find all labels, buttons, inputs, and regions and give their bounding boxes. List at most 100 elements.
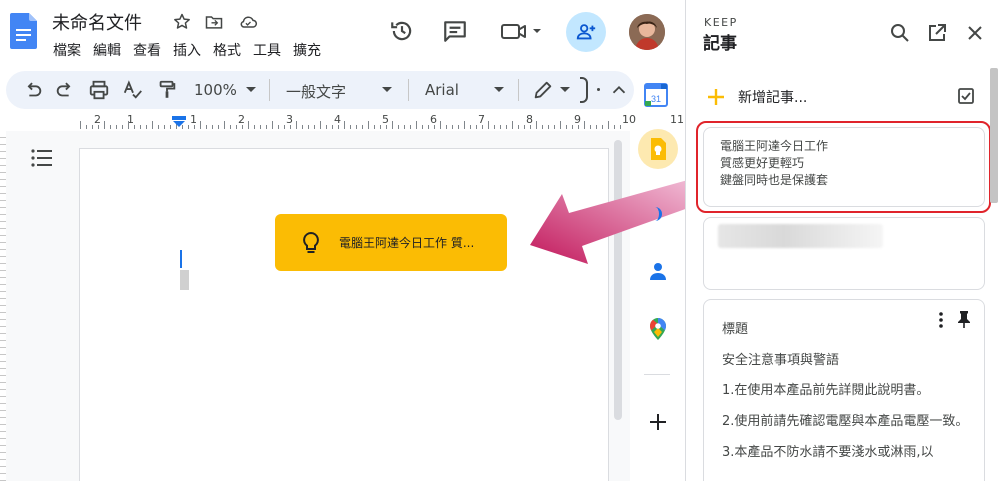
menu-format[interactable]: 格式 <box>213 40 241 60</box>
contacts-icon[interactable] <box>644 258 672 286</box>
menu-file[interactable]: 檔案 <box>53 40 81 60</box>
document-title[interactable]: 未命名文件 <box>52 9 142 35</box>
history-icon[interactable] <box>389 18 415 44</box>
ruler-tick <box>458 125 459 129</box>
ruler-tick <box>398 125 399 129</box>
keep-icon <box>651 138 666 160</box>
redo-icon[interactable] <box>54 79 76 101</box>
zoom-caret-icon <box>246 87 256 92</box>
spellcheck-icon[interactable] <box>122 79 144 101</box>
star-icon[interactable] <box>172 12 192 32</box>
ruler-tick <box>506 125 507 129</box>
ruler-tick <box>380 125 381 129</box>
panel-app-label: KEEP <box>704 16 738 29</box>
ruler-tick <box>308 125 309 129</box>
ruler-tick <box>194 125 195 129</box>
paragraph-style-select[interactable]: 一般文字 <box>286 81 346 102</box>
ruler-tick <box>590 125 591 129</box>
note-line: 鍵盤同時也是保護套 <box>720 173 829 187</box>
move-folder-icon[interactable] <box>204 12 224 32</box>
ruler-tick <box>266 125 267 129</box>
comment-icon[interactable] <box>442 18 468 44</box>
keep-app-button[interactable] <box>638 129 678 169</box>
ruler-tick <box>302 125 303 129</box>
menu-edit[interactable]: 編輯 <box>93 40 121 60</box>
ruler-tick <box>422 125 423 129</box>
new-list-checkbox-icon[interactable] <box>957 87 975 105</box>
video-camera-icon[interactable] <box>500 18 546 44</box>
ruler-tick <box>386 125 387 129</box>
avatar[interactable] <box>629 14 665 50</box>
panel-scrollbar[interactable] <box>990 68 998 203</box>
cursor-drop-placeholder <box>180 270 189 290</box>
toolbar-overflow-bracket <box>580 77 588 103</box>
collapse-chevron-icon[interactable] <box>608 79 630 101</box>
ruler-tick <box>374 125 375 129</box>
ruler-tick <box>140 125 141 129</box>
zoom-select[interactable]: 100% <box>194 81 237 99</box>
menu-tools[interactable]: 工具 <box>253 40 281 60</box>
tasks-icon[interactable] <box>650 207 662 221</box>
close-icon[interactable] <box>964 22 986 44</box>
mode-caret-icon <box>560 87 570 92</box>
calendar-icon[interactable]: 31 <box>642 81 670 109</box>
ruler-tick <box>158 125 159 129</box>
ruler-tick <box>206 125 207 129</box>
ruler-tick <box>572 125 573 129</box>
ruler-tick <box>404 125 405 129</box>
ruler-tick <box>410 125 411 129</box>
menu-view[interactable]: 查看 <box>133 40 161 60</box>
add-person-button[interactable] <box>566 12 606 52</box>
ruler-tick <box>428 125 429 129</box>
plus-icon <box>708 89 724 105</box>
ruler-tick <box>284 125 285 129</box>
cloud-status-icon[interactable] <box>238 12 258 32</box>
indent-marker-icon[interactable] <box>172 116 186 128</box>
docs-logo-icon[interactable] <box>10 13 37 49</box>
ruler-tick <box>446 125 447 129</box>
add-app-plus-icon[interactable] <box>644 408 672 436</box>
search-icon[interactable] <box>889 22 911 44</box>
ruler-tick <box>164 125 165 129</box>
open-in-new-icon[interactable] <box>926 22 948 44</box>
menu-insert[interactable]: 插入 <box>173 40 201 60</box>
ruler-tick <box>320 121 321 129</box>
ruler-tick <box>554 125 555 129</box>
note-card[interactable]: 標題 安全注意事項與警語 1.在使用本產品前先詳閱此說明書。 2.使用前請先確認… <box>703 299 985 481</box>
font-select[interactable]: Arial <box>425 81 459 99</box>
ruler-tick <box>116 125 117 129</box>
more-vert-icon[interactable] <box>938 312 944 328</box>
ruler-tick <box>440 121 441 129</box>
ruler-tick <box>110 125 111 129</box>
note-subtitle: 安全注意事項與警語 <box>722 353 840 368</box>
print-icon[interactable] <box>88 79 110 101</box>
ruler-tick <box>344 121 345 129</box>
ruler-tick <box>212 125 213 129</box>
side-apps-rail: 31 <box>634 70 682 481</box>
pin-icon[interactable] <box>956 310 972 328</box>
ruler-tick <box>170 125 171 129</box>
ruler-tick <box>326 125 327 129</box>
undo-icon[interactable] <box>22 79 44 101</box>
ruler-tick <box>230 125 231 129</box>
maps-icon[interactable] <box>644 315 672 343</box>
ruler-tick <box>356 125 357 129</box>
note-card[interactable]: 電腦王阿達今日工作 質感更好更輕巧 鍵盤同時也是保護套 <box>703 127 985 207</box>
ruler-tick <box>482 125 483 129</box>
ruler-tick <box>128 121 129 129</box>
lightbulb-icon <box>303 231 319 253</box>
ruler-tick <box>512 121 513 129</box>
ruler-tick <box>584 121 585 129</box>
ruler-tick <box>152 121 153 129</box>
note-card-placeholder[interactable] <box>703 217 985 290</box>
ruler-tick <box>188 125 189 129</box>
menu-extensions[interactable]: 擴充 <box>293 40 321 60</box>
ruler-tick <box>476 125 477 129</box>
new-note-row[interactable]: 新增記事... <box>706 82 981 112</box>
ruler-tick <box>236 125 237 129</box>
ruler-tick <box>596 125 597 129</box>
document-outline-icon[interactable] <box>30 148 54 168</box>
paint-format-icon[interactable] <box>156 79 178 101</box>
pen-edit-icon[interactable] <box>532 79 554 101</box>
keep-note-drag-chip[interactable]: 電腦王阿達今日工作 質... <box>275 214 507 271</box>
